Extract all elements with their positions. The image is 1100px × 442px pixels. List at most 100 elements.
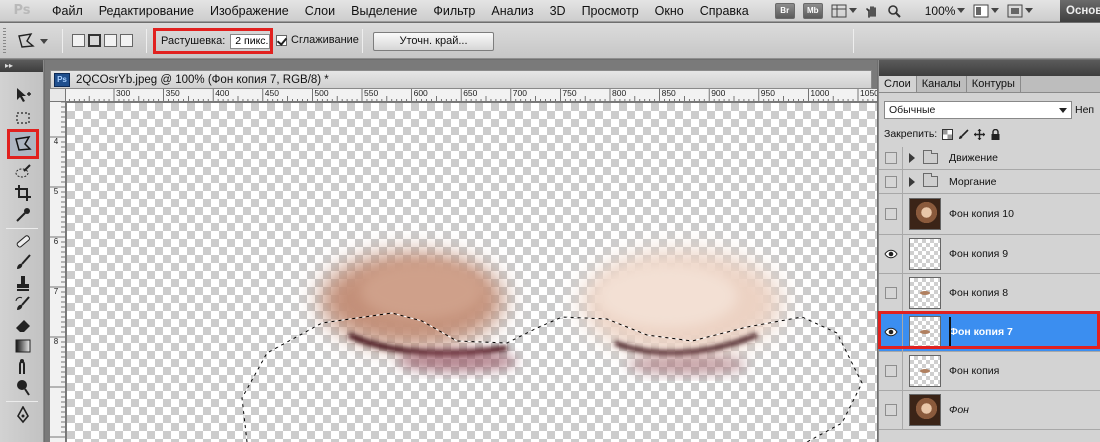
tab-layers[interactable]: Слои (879, 76, 917, 92)
intersect-selection-button[interactable] (120, 34, 133, 47)
layer-group-row[interactable]: Движение (879, 147, 1100, 170)
tab-paths[interactable]: Контуры (967, 76, 1021, 92)
lasso-tool[interactable] (7, 129, 39, 159)
crop-tool[interactable] (10, 182, 36, 204)
bridge-button[interactable]: Br (774, 2, 795, 19)
visibility-toggle[interactable] (879, 313, 903, 351)
tools-panel-collapse[interactable]: ▸▸ (0, 60, 43, 72)
brush-tool[interactable] (10, 251, 36, 273)
tab-channels[interactable]: Каналы (917, 76, 967, 92)
expand-arrow-icon[interactable] (909, 153, 915, 163)
visibility-toggle[interactable] (879, 352, 903, 390)
menu-item[interactable]: Фильтр (425, 0, 483, 22)
arrange-documents-dropdown[interactable] (973, 4, 1000, 18)
smudge-tool[interactable] (10, 356, 36, 378)
options-bar-grip[interactable] (3, 28, 6, 54)
image-canvas[interactable] (67, 103, 877, 442)
visibility-toggle[interactable] (879, 235, 903, 273)
menu-item[interactable]: Изображение (202, 0, 297, 22)
quick-selection-tool[interactable] (10, 161, 36, 183)
screen-mode-dropdown[interactable] (1007, 4, 1034, 18)
layer-row[interactable]: Фон копия 8 (879, 274, 1100, 313)
visibility-toggle[interactable] (879, 391, 903, 429)
ruler-origin[interactable] (50, 89, 66, 102)
vertical-ruler[interactable]: 4 5 6 7 8 (50, 102, 66, 442)
ruler-label: 4 (53, 137, 59, 146)
new-selection-button[interactable] (72, 34, 85, 47)
menu-item[interactable]: Окно (647, 0, 692, 22)
add-to-selection-button[interactable] (88, 34, 101, 47)
layer-group-row[interactable]: Моргание (879, 170, 1100, 194)
lock-all-icon[interactable] (990, 128, 1001, 140)
dodge-tool[interactable] (10, 377, 36, 399)
menu-item[interactable]: Файл (44, 0, 91, 22)
mini-bridge-button[interactable]: Mb (802, 2, 823, 19)
tool-preset-picker[interactable] (16, 30, 54, 52)
zoom-level: 100% (924, 3, 956, 18)
chevron-down-icon (40, 38, 48, 44)
panel-header[interactable] (879, 60, 1100, 76)
ruler-label: 400 (215, 89, 230, 98)
antialias-checkbox[interactable] (276, 34, 287, 46)
lock-transparent-pixels-icon[interactable] (942, 128, 954, 140)
blend-mode-select[interactable]: Обычные (884, 101, 1072, 119)
move-tool[interactable] (10, 84, 36, 106)
layer-row[interactable]: Фон копия (879, 352, 1100, 391)
ruler-label: 8 (53, 337, 59, 346)
ruler-label: 350 (165, 89, 180, 98)
history-brush-tool[interactable] (10, 293, 36, 315)
ruler-label: 600 (413, 89, 428, 98)
layer-row[interactable]: Фон копия 7 (879, 313, 1100, 352)
eraser-tool[interactable] (10, 314, 36, 336)
visibility-toggle[interactable] (879, 170, 903, 193)
arrange-documents-icon (973, 4, 989, 17)
visibility-toggle[interactable] (879, 147, 903, 169)
polygonal-lasso-icon (18, 33, 35, 48)
layer-name: Фон копия 7 (949, 326, 1013, 338)
document-tab[interactable]: Ps 2QCOsrYb.jpeg @ 100% (Фон копия 7, RG… (50, 70, 872, 89)
visibility-toggle[interactable] (879, 194, 903, 234)
vertical-ruler-ticks (50, 102, 65, 438)
menu-item[interactable]: Справка (692, 0, 757, 22)
lock-image-pixels-icon[interactable] (958, 128, 969, 140)
thumbnail-content (920, 330, 930, 334)
menu-item[interactable]: 3D (542, 0, 574, 22)
hand-tool-shortcut[interactable] (865, 4, 879, 18)
menu-item[interactable]: Просмотр (574, 0, 647, 22)
pen-tool[interactable] (10, 404, 36, 426)
clone-stamp-tool[interactable] (10, 272, 36, 294)
refine-edge-button[interactable]: Уточн. край... (373, 32, 494, 51)
eyedropper-tool[interactable] (10, 204, 36, 226)
menu-item[interactable]: Выделение (343, 0, 425, 22)
horizontal-ruler[interactable]: 300 350 400 450 500 550 600 650 700 750 800 850 900 9… (66, 89, 877, 102)
marquee-tool[interactable] (10, 107, 36, 129)
view-extras-dropdown[interactable] (831, 4, 857, 18)
menu-item[interactable]: Анализ (483, 0, 541, 22)
healing-brush-tool[interactable] (10, 230, 36, 252)
antialias-option[interactable]: Сглаживание (276, 34, 359, 46)
layer-row[interactable]: Фон (879, 391, 1100, 430)
zoom-level-dropdown[interactable]: 100% (909, 4, 966, 18)
workspace-switcher[interactable]: Основ (1060, 0, 1100, 22)
layer-row[interactable]: Фон копия 9 (879, 235, 1100, 274)
screen-mode-icon (1007, 4, 1023, 17)
visibility-toggle[interactable] (879, 274, 903, 312)
chevron-down-icon (991, 8, 1000, 13)
feather-input[interactable]: 2 пикс. (230, 33, 270, 49)
stamp-icon (17, 276, 29, 291)
gradient-tool[interactable] (10, 335, 36, 357)
ruler-label: 650 (463, 89, 478, 98)
ruler-label: 6 (53, 237, 59, 246)
menu-item[interactable]: Слои (297, 0, 343, 22)
layer-row[interactable]: Фон копия 10 (879, 194, 1100, 235)
menu-item[interactable]: Редактирование (91, 0, 202, 22)
subtract-from-selection-button[interactable] (104, 34, 117, 47)
left-eyelid-highlight (360, 262, 484, 320)
ruler-label: 1000 (810, 89, 830, 98)
lock-position-icon[interactable] (974, 128, 986, 140)
zoom-tool-shortcut[interactable] (887, 4, 901, 18)
right-lower-lid (627, 355, 747, 375)
brush-icon (17, 254, 31, 269)
tools-panel: ▸▸ (0, 60, 44, 442)
expand-arrow-icon[interactable] (909, 176, 915, 187)
